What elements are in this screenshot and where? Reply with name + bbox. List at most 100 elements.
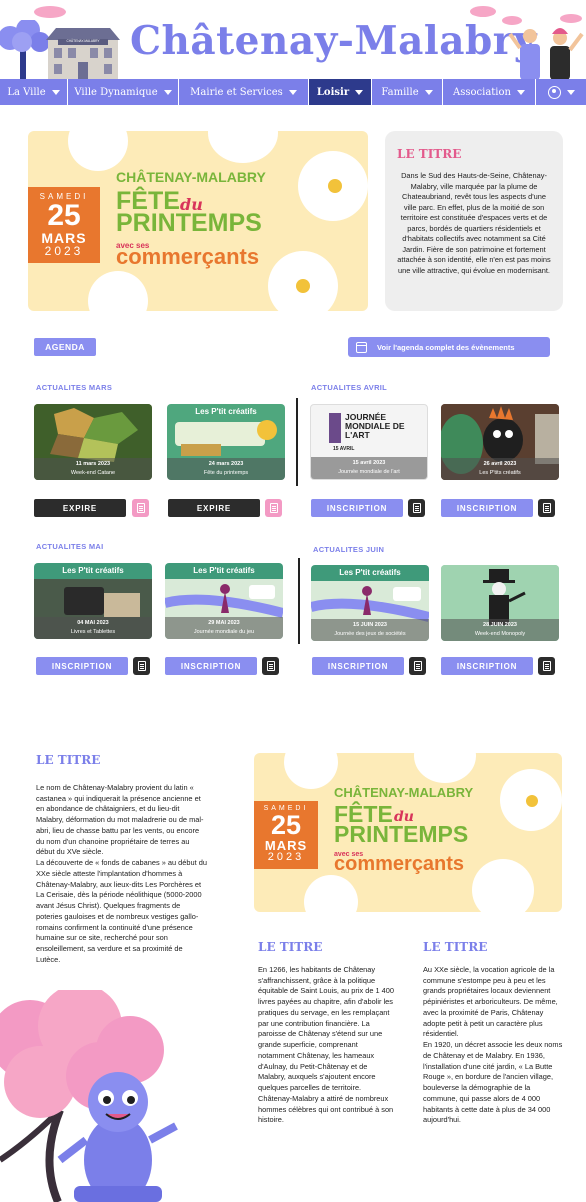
document-icon [542,661,551,671]
document-button[interactable] [132,499,149,517]
event-card[interactable]: Les P'tit créatifs 29 MAI 2023 Journée m… [165,563,283,639]
event-name: Les P'tits créatifs [479,470,521,476]
tree-illustration-icon [0,20,50,80]
poster-printemps: PRINTEMPS [116,209,262,237]
section-divider [296,398,298,486]
article-mid-text: En 1266, les habitants de Châtenay s'aff… [258,965,395,1125]
flower-decoration [304,875,358,912]
poster-printemps: PRINTEMPS [334,821,469,847]
event-date: 29 MAI 2023 [208,620,240,626]
event-card[interactable]: 28 JUIN 2023 Week-end Monopoly [441,565,559,641]
event-name: Livres et Tablettes [70,629,116,635]
event-date-block: SAMEDI 25 MARS 2023 [254,801,318,869]
art-poster-frame [329,413,341,443]
full-agenda-link[interactable]: Voir l'agenda complet des évènements [348,337,550,357]
event-date: 11 mars 2023 [75,461,111,467]
people-illustration-icon [508,28,584,80]
flower-center-decoration [526,795,538,807]
poster-brand: CHÂTENAY-MALABRY [334,785,474,800]
document-button[interactable] [538,657,555,675]
section-label-mai: ACTUALITES MAI [36,542,104,551]
nav-item-association[interactable]: Association [443,79,536,105]
agenda-badge[interactable]: AGENDA [34,338,96,356]
event-card[interactable]: Les P'tit créatifs 04 MAI 2023 Livres et… [34,563,152,639]
document-icon [413,661,422,671]
flower-decoration [68,131,128,171]
event-overlay: 29 MAI 2023 Journée mondiale du jeu [165,617,283,639]
flower-decoration [284,753,338,789]
caret-down-icon [51,89,60,95]
document-icon [266,661,275,671]
document-icon [412,503,421,513]
nav-item-loisir[interactable]: Loisir [309,79,372,105]
document-button[interactable] [538,499,555,517]
event-card[interactable]: 26 avril 2023 Les P'tits créatifs [441,404,559,480]
caret-down-icon [424,89,433,95]
nav-item-label: Association [453,86,511,98]
event-overlay: 24 mars 2023 Fête du printemps [167,458,285,480]
cloud-decoration [34,6,66,18]
caret-down-icon [566,89,575,95]
inscription-button[interactable]: INSCRIPTION [165,657,257,675]
inscription-button[interactable]: INSCRIPTION [441,657,533,675]
event-date: 15 JUIN 2023 [353,622,387,628]
date-day: 25 [270,810,302,840]
event-date-block: SAMEDI 25 MARS 2023 [28,187,100,263]
nav-item-famille[interactable]: Famille [372,79,443,105]
date-year: 2023 [267,851,305,863]
cloud-decoration [470,6,496,17]
document-button[interactable] [409,657,426,675]
flower-center-decoration [296,279,310,293]
event-name: Week-end Monopoly [474,631,526,637]
intro-card: LE TITRE Dans le Sud des Hauts-de-Seine,… [385,131,563,311]
section-label-mars: ACTUALITES MARS [36,383,113,392]
expire-button[interactable]: EXPIRE [168,499,260,517]
event-overlay: 11 mars 2023 Week-end Catane [34,458,152,480]
article-left-title: LE TITRE [36,753,101,767]
event-name: Fête du printemps [203,470,249,476]
intro-text: Dans le Sud des Hauts-de-Seine, Châtenay… [397,171,551,275]
event-overlay: 04 MAI 2023 Livres et Tablettes [34,617,152,639]
date-month: MARS [41,230,87,246]
hero-poster[interactable]: SAMEDI 25 MARS 2023 CHÂTENAY-MALABRY FÊT… [28,131,368,311]
user-menu-button[interactable] [536,79,586,105]
document-button[interactable] [262,657,279,675]
event-name: Week-end Catane [70,470,116,476]
inscription-button[interactable]: INSCRIPTION [36,657,128,675]
nav-item-label: Loisir [316,86,350,98]
event-date: 26 avril 2023 [483,461,517,467]
flower-center-decoration [328,179,342,193]
document-icon [136,503,145,513]
article-poster[interactable]: SAMEDI 25 MARS 2023 CHÂTENAY-MALABRY FÊT… [254,753,562,912]
inscription-button[interactable]: INSCRIPTION [312,657,404,675]
caret-down-icon [355,89,364,95]
site-title[interactable]: Châtenay-Malabry [130,18,537,64]
event-card[interactable]: 11 mars 2023 Week-end Catane [34,404,152,480]
event-card[interactable]: JOURNÉE MONDIALE DE L'ART 15 AVRIL 15 av… [310,404,428,480]
expire-button[interactable]: EXPIRE [34,499,126,517]
event-overlay: 26 avril 2023 Les P'tits créatifs [441,458,559,480]
event-name: Journée mondiale de l'art [338,469,400,475]
nav-item-mairie-et-services[interactable]: Mairie et Services [179,79,309,105]
nav-item-ville-dynamique[interactable]: Ville Dynamique [68,79,179,105]
event-overlay: 15 avril 2023 Journée mondiale de l'art [311,457,427,479]
inscription-button[interactable]: INSCRIPTION [311,499,403,517]
flower-decoration [88,271,148,311]
event-card[interactable]: Les P'tit créatifs 24 mars 2023 Fête du … [167,404,285,480]
site-header: CHÂTENAY-MALABRY Châtenay-Malabry [0,0,586,80]
flower-decoration [208,131,278,163]
calendar-icon [356,341,367,353]
inscription-button[interactable]: INSCRIPTION [441,499,533,517]
event-card[interactable]: Les P'tit créatifs 15 JUIN 2023 Journée … [311,565,429,641]
document-button[interactable] [408,499,425,517]
nav-item-label: La Ville [7,86,46,98]
nav-item-la-ville[interactable]: La Ville [0,79,68,105]
intro-title: LE TITRE [397,147,462,161]
document-button[interactable] [265,499,282,517]
poster-commercants: commerçants [334,853,465,875]
section-label-avril: ACTUALITES AVRIL [311,383,388,392]
section-divider [298,558,300,644]
document-button[interactable] [133,657,150,675]
castle-sign-text: CHÂTENAY-MALABRY [66,39,100,43]
section-label-juin: ACTUALITES JUIN [313,545,385,554]
